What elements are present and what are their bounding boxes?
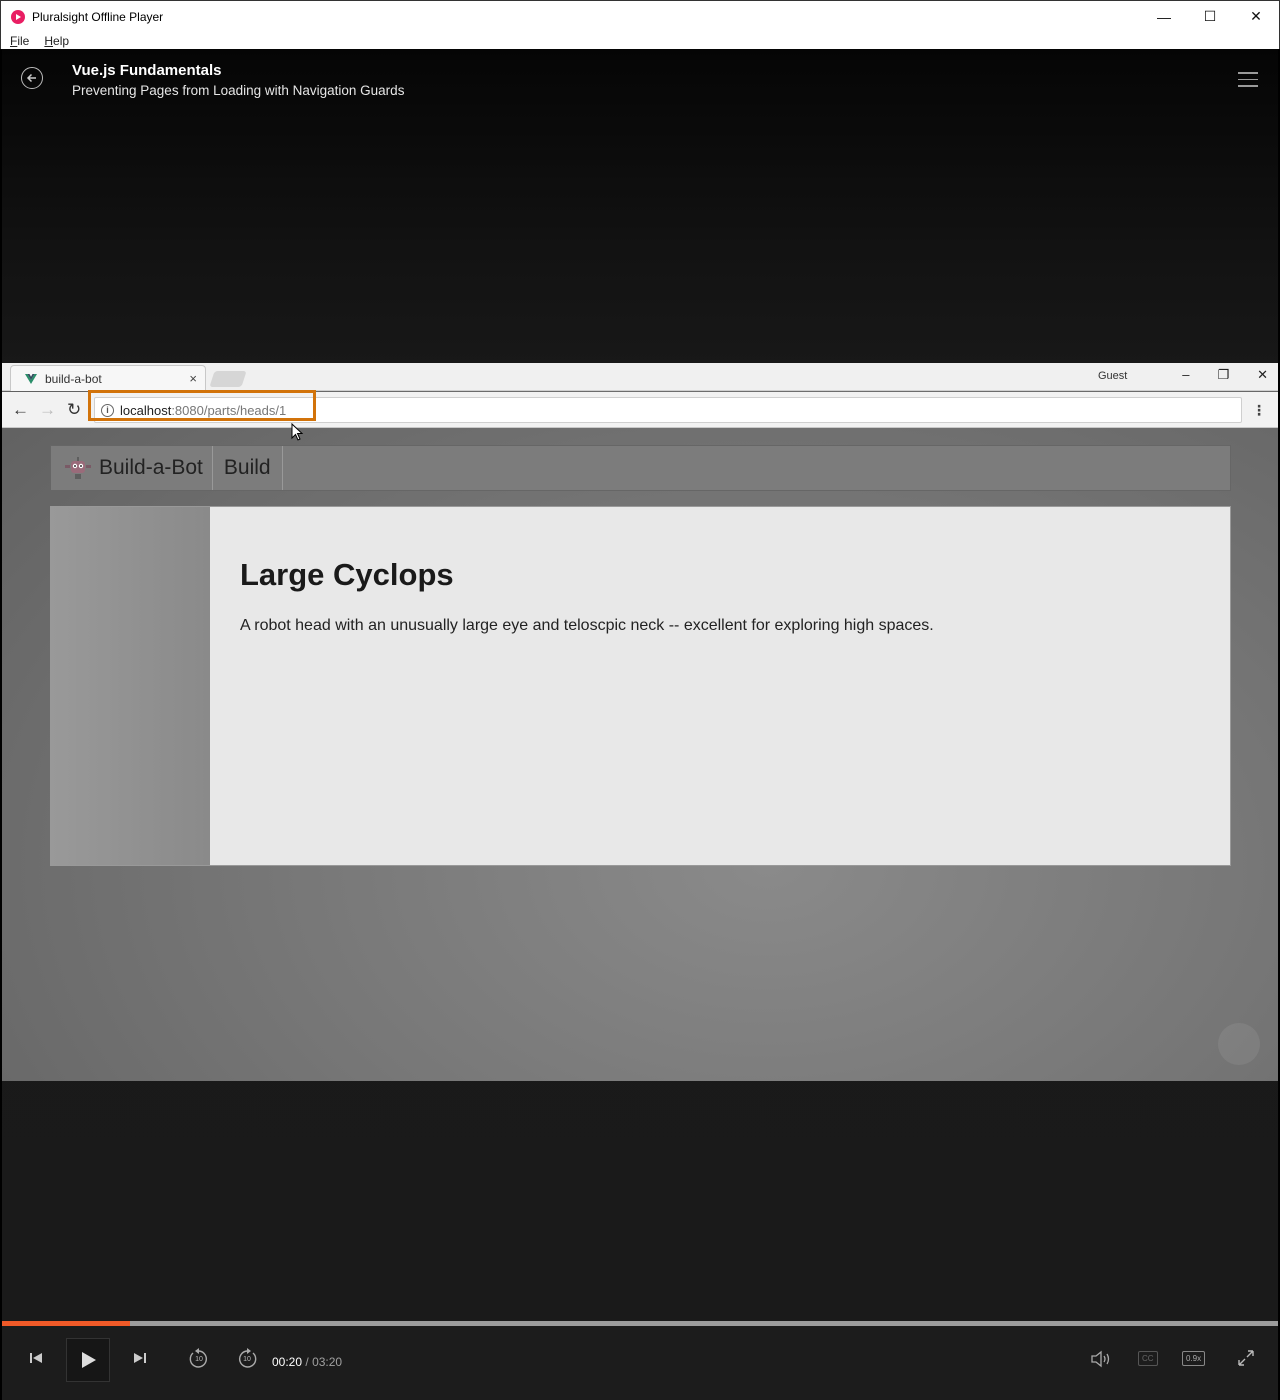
- window-title: Pluralsight Offline Player: [32, 9, 164, 24]
- address-bar[interactable]: i localhost:8080/parts/heads/1: [94, 397, 1242, 423]
- time-separator: /: [305, 1355, 309, 1369]
- volume-icon: [1091, 1350, 1110, 1368]
- duration: 03:20: [312, 1355, 343, 1369]
- cc-icon: CC: [1138, 1351, 1158, 1366]
- player-area: Vue.js Fundamentals Preventing Pages fro…: [2, 49, 1278, 1400]
- menubar: File Help: [0, 32, 1280, 49]
- player-controls: 10 10 00:20 / 03:20 CC 0.9x: [2, 1326, 1278, 1400]
- clip-title: Preventing Pages from Loading with Navig…: [72, 83, 405, 98]
- play-button[interactable]: [66, 1338, 110, 1382]
- url-path: :8080/parts/heads/1: [171, 402, 287, 418]
- minimize-button[interactable]: —: [1141, 1, 1187, 32]
- vue-logo-icon: [25, 373, 37, 384]
- guest-badge[interactable]: Guest: [1098, 370, 1127, 382]
- current-time: 00:20: [272, 1355, 303, 1369]
- table-of-contents-button[interactable]: [1238, 72, 1258, 88]
- reload-icon[interactable]: ↻: [67, 400, 81, 420]
- browser-toolbar: ← → ↻ i localhost:8080/parts/heads/1 ⋮: [2, 392, 1278, 428]
- part-description: A robot head with an unusually large eye…: [240, 617, 934, 634]
- robot-logo-icon: [65, 457, 91, 479]
- browser-forward-icon[interactable]: →: [39, 400, 56, 420]
- browser-back-icon[interactable]: ←: [12, 400, 29, 420]
- browser-restore-button[interactable]: ❐: [1217, 367, 1229, 383]
- play-icon: [82, 1352, 96, 1368]
- menu-help[interactable]: Help: [44, 34, 69, 48]
- browser-close-button[interactable]: ✕: [1257, 367, 1268, 383]
- video-frame[interactable]: build-a-bot × Guest – ❐ ✕ ← → ↻ i localh…: [2, 363, 1278, 1081]
- fullscreen-icon: [1238, 1350, 1254, 1366]
- browser-tab-title: build-a-bot: [45, 371, 102, 386]
- rewind-label: 10: [195, 1356, 203, 1363]
- maximize-button[interactable]: ☐: [1187, 1, 1233, 32]
- next-clip-button[interactable]: [132, 1350, 148, 1366]
- pluralsight-logo-icon: [11, 9, 25, 24]
- course-title: Vue.js Fundamentals: [72, 62, 222, 79]
- previous-clip-button[interactable]: [28, 1350, 44, 1366]
- browser-tab[interactable]: build-a-bot ×: [10, 365, 206, 391]
- pluralsight-watermark-icon: [1218, 1023, 1260, 1065]
- fullscreen-button[interactable]: [1236, 1348, 1256, 1368]
- time-display: 00:20 / 03:20: [272, 1355, 342, 1369]
- skip-next-icon: [134, 1353, 146, 1363]
- mouse-cursor-icon: [291, 423, 304, 441]
- captions-button[interactable]: CC: [1138, 1351, 1158, 1366]
- rewind-10-button[interactable]: 10: [188, 1348, 210, 1370]
- new-tab-button[interactable]: [209, 371, 247, 387]
- info-icon[interactable]: i: [101, 403, 114, 417]
- nav-build-link[interactable]: Build: [213, 446, 283, 490]
- url-host: localhost: [120, 402, 172, 418]
- menu-file[interactable]: File: [10, 34, 29, 48]
- browser-tabstrip: build-a-bot × Guest – ❐ ✕: [2, 363, 1278, 391]
- playback-speed-button[interactable]: 0.9x: [1182, 1351, 1206, 1366]
- back-button[interactable]: [21, 67, 43, 89]
- window-titlebar: Pluralsight Offline Player — ☐ ✕: [0, 0, 1280, 32]
- skip-previous-icon: [30, 1353, 42, 1363]
- speed-label: 0.9x: [1182, 1351, 1206, 1366]
- forward-label: 10: [243, 1356, 251, 1363]
- tab-close-icon[interactable]: ×: [189, 371, 197, 386]
- browser-menu-icon[interactable]: ⋮: [1252, 402, 1266, 419]
- browser-minimize-button[interactable]: –: [1182, 367, 1189, 383]
- volume-button[interactable]: [1090, 1350, 1112, 1368]
- part-title: Large Cyclops: [240, 557, 454, 592]
- arrow-left-icon: [26, 73, 36, 83]
- forward-10-button[interactable]: 10: [236, 1348, 258, 1370]
- part-detail-panel: Large Cyclops A robot head with an unusu…: [50, 506, 1231, 866]
- close-button[interactable]: ✕: [1233, 1, 1279, 32]
- sidebar: [51, 507, 210, 865]
- brand-link[interactable]: Build-a-Bot: [99, 446, 213, 490]
- app-navbar: Build-a-Bot Build: [50, 445, 1231, 491]
